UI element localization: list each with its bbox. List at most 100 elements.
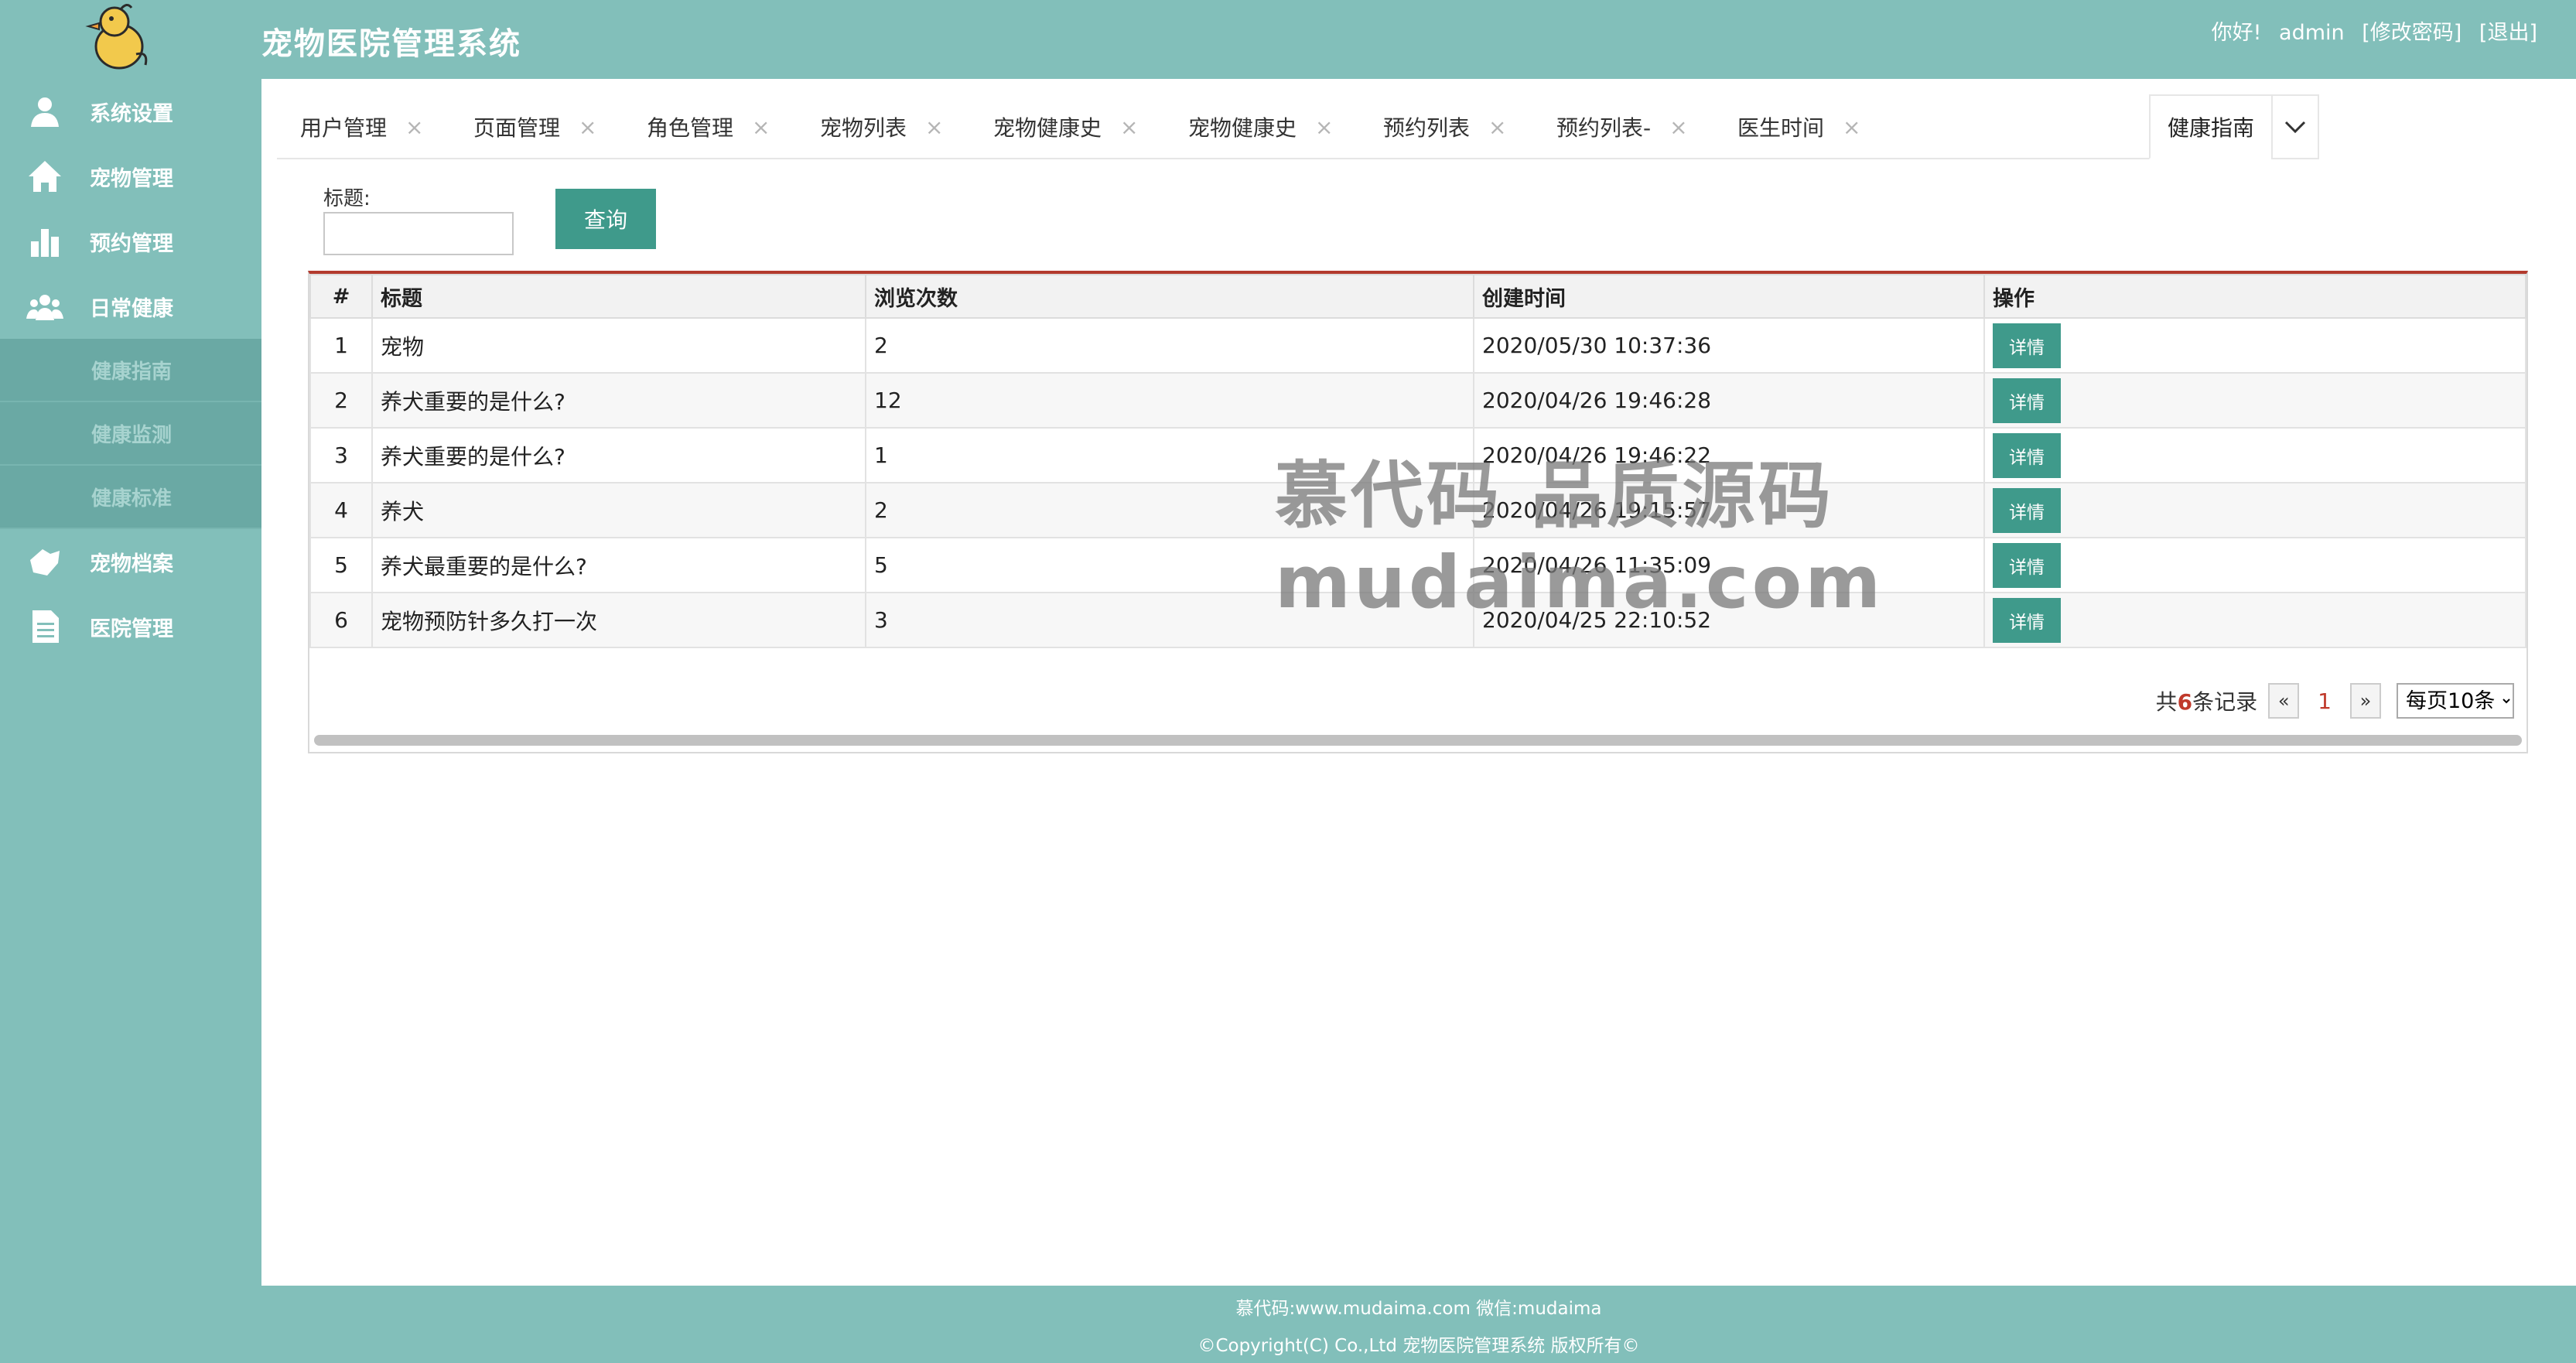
cell-action: 详情 — [1983, 427, 2526, 483]
close-icon[interactable]: × — [752, 114, 770, 140]
tab-page-management[interactable]: 页面管理 × — [473, 94, 596, 159]
username-text: admin — [2279, 21, 2345, 45]
sidebar-item-label: 医院管理 — [90, 617, 173, 641]
close-icon[interactable]: × — [1315, 114, 1333, 140]
query-button[interactable]: 查询 — [555, 189, 656, 249]
cell-action: 详情 — [1983, 372, 2526, 429]
sidebar-item-daily-health[interactable]: 日常健康 — [0, 274, 261, 339]
cell-views: 2 — [865, 317, 1474, 374]
sidebar-item-label: 系统设置 — [90, 101, 173, 126]
page-size-select[interactable]: 每页10条 — [2397, 683, 2514, 719]
tab-menu-button[interactable] — [2271, 94, 2319, 159]
close-icon[interactable]: × — [925, 114, 943, 140]
greeting-text: 你好! — [2211, 21, 2262, 45]
change-password-link[interactable]: [修改密码] — [2362, 21, 2462, 45]
detail-button[interactable]: 详情 — [1993, 432, 2061, 478]
cell-action: 详情 — [1983, 592, 2526, 648]
tab-label: 宠物健康史 — [1188, 115, 1297, 141]
tab-pet-list[interactable]: 宠物列表 × — [820, 94, 943, 159]
health-guide-table: # 标题 浏览次数 创建时间 操作 1 宠物 2 2020/05/30 10:3… — [309, 274, 2526, 648]
detail-button[interactable]: 详情 — [1993, 377, 2061, 423]
cell-index: 6 — [309, 592, 373, 648]
tab-label: 页面管理 — [473, 115, 561, 141]
tab-role-management[interactable]: 角色管理 × — [647, 94, 770, 159]
close-icon[interactable]: × — [405, 114, 423, 140]
user-icon — [23, 90, 67, 133]
column-header: 浏览次数 — [865, 274, 1474, 319]
tab-label: 用户管理 — [300, 115, 388, 141]
cell-created: 2020/04/25 22:10:52 — [1473, 592, 1985, 648]
horizontal-scrollbar[interactable] — [314, 735, 2522, 746]
table-row: 3 养犬重要的是什么? 1 2020/04/26 19:46:22 详情 — [309, 427, 2526, 483]
footer-contact: 慕代码:www.mudaima.com 微信:mudaima — [1235, 1299, 1602, 1319]
logout-link[interactable]: [退出] — [2479, 21, 2537, 45]
cell-views: 3 — [865, 592, 1474, 648]
current-page[interactable]: 1 — [2318, 688, 2332, 714]
tab-appointment-list-2[interactable]: 预约列表- × — [1556, 94, 1688, 159]
detail-button[interactable]: 详情 — [1993, 597, 2061, 643]
tab-health-guide-active[interactable]: 健康指南 — [2149, 94, 2273, 159]
detail-button[interactable]: 详情 — [1993, 323, 2061, 368]
tab-label: 角色管理 — [647, 115, 734, 141]
tab-doctor-time[interactable]: 医生时间 × — [1737, 94, 1860, 159]
close-icon[interactable]: × — [1843, 114, 1860, 140]
chevron-down-icon — [2284, 121, 2306, 134]
cell-title: 养犬重要的是什么? — [371, 427, 866, 483]
cell-title: 养犬最重要的是什么? — [371, 537, 866, 593]
main-content: 用户管理 × 页面管理 × 角色管理 × 宠物列表 × 宠物健康史 × 宠物健康… — [261, 79, 2576, 1286]
close-icon[interactable]: × — [1488, 114, 1506, 140]
table-row: 1 宠物 2 2020/05/30 10:37:36 详情 — [309, 317, 2526, 374]
next-page-button[interactable]: » — [2350, 683, 2381, 719]
duck-logo — [85, 4, 148, 70]
top-header: 宠物医院管理系统 你好! admin [修改密码] [退出] — [0, 0, 2576, 79]
tab-bar: 用户管理 × 页面管理 × 角色管理 × 宠物列表 × 宠物健康史 × 宠物健康… — [277, 94, 2319, 159]
search-label: 标题: — [323, 187, 371, 210]
sidebar-item-appointments[interactable]: 预约管理 — [0, 209, 261, 274]
total-suffix: 条记录 — [2192, 689, 2258, 715]
sidebar-item-pet-management[interactable]: 宠物管理 — [0, 144, 261, 209]
cell-index: 5 — [309, 537, 373, 593]
sidebar-item-hospital-management[interactable]: 医院管理 — [0, 594, 261, 659]
cell-views: 1 — [865, 427, 1474, 483]
cell-action: 详情 — [1983, 317, 2526, 374]
close-icon[interactable]: × — [579, 114, 596, 140]
sidebar-item-label: 日常健康 — [90, 296, 173, 321]
user-links: 你好! admin [修改密码] [退出] — [2201, 15, 2537, 46]
footer: 慕代码:www.mudaima.com 微信:mudaima ©Copyrigh… — [261, 1286, 2576, 1363]
sidebar-item-system-settings[interactable]: 系统设置 — [0, 79, 261, 144]
total-records: 共6条记录 — [2156, 685, 2258, 716]
close-icon[interactable]: × — [1669, 114, 1687, 140]
cell-views: 5 — [865, 537, 1474, 593]
table-row: 6 宠物预防针多久打一次 3 2020/04/25 22:10:52 详情 — [309, 592, 2526, 648]
prev-page-button[interactable]: « — [2268, 683, 2300, 719]
sidebar-subitem-health-standard[interactable]: 健康标准 — [0, 466, 261, 529]
sidebar-item-label: 宠物档案 — [90, 552, 173, 576]
table-row: 2 养犬重要的是什么? 12 2020/04/26 19:46:28 详情 — [309, 372, 2526, 429]
tab-appointment-list[interactable]: 预约列表 × — [1383, 94, 1506, 159]
detail-button[interactable]: 详情 — [1993, 542, 2061, 588]
title-search-input[interactable] — [323, 212, 514, 255]
tab-user-management[interactable]: 用户管理 × — [300, 94, 423, 159]
sidebar-subitem-health-monitor[interactable]: 健康监测 — [0, 402, 261, 466]
cell-views: 12 — [865, 372, 1474, 429]
cell-title: 宠物 — [371, 317, 866, 374]
cell-created: 2020/04/26 19:15:57 — [1473, 482, 1985, 538]
tab-pet-health-history[interactable]: 宠物健康史 × — [993, 94, 1138, 159]
close-icon[interactable]: × — [1120, 114, 1138, 140]
total-prefix: 共 — [2155, 689, 2178, 715]
sidebar-item-pet-archive[interactable]: 宠物档案 — [0, 529, 261, 594]
tab-pet-health-history-2[interactable]: 宠物健康史 × — [1188, 94, 1333, 159]
cell-created: 2020/04/26 11:35:09 — [1473, 537, 1985, 593]
detail-button[interactable]: 详情 — [1993, 487, 2061, 533]
column-header: 创建时间 — [1473, 274, 1985, 319]
table-row: 4 养犬 2 2020/04/26 19:15:57 详情 — [309, 482, 2526, 538]
cell-title: 养犬 — [371, 482, 866, 538]
sidebar-subitem-health-guide[interactable]: 健康指南 — [0, 339, 261, 402]
cell-index: 4 — [309, 482, 373, 538]
sidebar: 系统设置 宠物管理 预约管理 日常健康 健康指南 健康监测 健康标准 宠物档案 … — [0, 79, 261, 1363]
home-icon — [23, 155, 67, 198]
cell-views: 2 — [865, 482, 1474, 538]
cell-index: 3 — [309, 427, 373, 483]
data-table-container: # 标题 浏览次数 创建时间 操作 1 宠物 2 2020/05/30 10:3… — [308, 271, 2528, 753]
cell-created: 2020/04/26 19:46:22 — [1473, 427, 1985, 483]
